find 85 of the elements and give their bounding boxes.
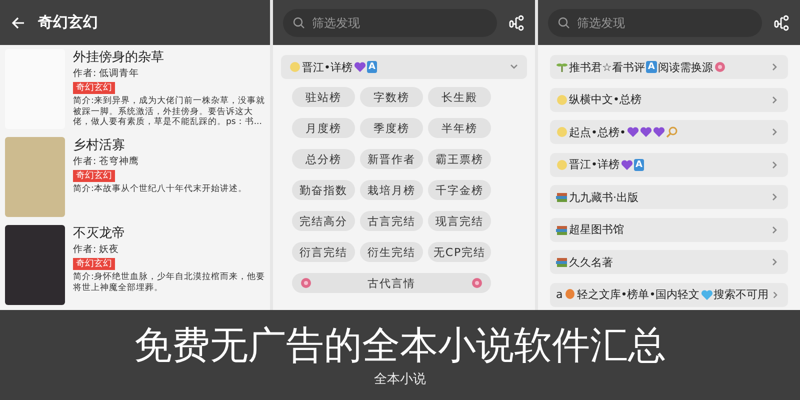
category-chip[interactable]: 总分榜 bbox=[292, 149, 355, 169]
search-icon bbox=[558, 16, 570, 28]
source-name: a bbox=[556, 288, 563, 301]
category-chip[interactable]: 无CP完结 bbox=[428, 242, 491, 262]
source-item[interactable]: 九九藏书·出版 bbox=[550, 185, 788, 209]
heart-icon bbox=[640, 126, 652, 138]
search-input[interactable]: 筛选发现 bbox=[575, 14, 699, 30]
source-item[interactable]: a 轻之文库•榜单•国内轻文 搜索不可用 bbox=[550, 282, 788, 306]
search-input[interactable]: 筛选发现 bbox=[310, 14, 434, 30]
book-author: 作者: 低调青年 bbox=[73, 68, 140, 80]
source-item[interactable]: 起点•总榜• bbox=[550, 120, 788, 144]
source-name: 久久名著 bbox=[569, 254, 613, 270]
source-name: 九九藏书·出版 bbox=[569, 190, 638, 204]
heart-icon bbox=[354, 61, 366, 73]
book-author: 作者: 妖夜 bbox=[73, 244, 120, 256]
caption-title: 免费无广告的全本小说软件汇总 bbox=[134, 322, 666, 368]
category-chip[interactable]: 长生殿 bbox=[428, 87, 491, 107]
category-chip[interactable]: 霸王票榜 bbox=[428, 149, 491, 169]
magnifier-icon bbox=[666, 126, 678, 138]
books-icon bbox=[556, 256, 568, 268]
category-chip[interactable]: 新晋作者 bbox=[360, 149, 423, 169]
page-title: 奇幻玄幻 bbox=[38, 13, 98, 32]
category-chip[interactable]: 驻站榜 bbox=[292, 87, 355, 107]
genre-tag: 奇幻玄幻 bbox=[73, 258, 115, 270]
heart-icon bbox=[652, 126, 665, 138]
genre-tag: 奇幻玄幻 bbox=[73, 170, 115, 182]
back-arrow-icon[interactable] bbox=[10, 14, 26, 30]
source-name: 纵横中文•总榜 bbox=[569, 92, 642, 107]
flower-icon bbox=[714, 61, 726, 73]
heart-icon bbox=[620, 158, 632, 170]
sprout-icon bbox=[556, 61, 568, 73]
category-chip[interactable]: 古言完结 bbox=[360, 211, 423, 231]
search-field[interactable]: 筛选发现 bbox=[283, 8, 497, 36]
category-chip[interactable]: 现言完结 bbox=[428, 211, 491, 231]
search-icon bbox=[293, 16, 305, 28]
caption-subtitle: 全本小说 bbox=[374, 371, 426, 388]
source-name: 起点•总榜• bbox=[569, 124, 626, 140]
search-field[interactable]: 筛选发现 bbox=[548, 8, 762, 36]
category-chip[interactable]: 季度榜 bbox=[360, 118, 423, 138]
source-item[interactable]: 纵横中文•总榜 bbox=[550, 88, 788, 112]
letter-badge: A bbox=[634, 158, 644, 170]
letter-badge: A bbox=[646, 61, 657, 73]
flower-icon bbox=[471, 277, 483, 289]
category-chip[interactable]: 衍生完结 bbox=[360, 242, 423, 262]
heart-icon bbox=[626, 126, 639, 138]
heart-icon bbox=[700, 288, 713, 300]
books-icon bbox=[556, 191, 568, 203]
group-header[interactable]: 晋江•详榜 A bbox=[281, 55, 527, 79]
category-chip[interactable]: 月度榜 bbox=[292, 118, 355, 138]
category-chip[interactable]: 勤奋指数 bbox=[292, 180, 355, 200]
source-name: 晋江•详榜 bbox=[569, 157, 620, 172]
letter-badge: A bbox=[366, 61, 378, 73]
balloon-icon bbox=[564, 288, 576, 300]
category-chip[interactable]: 千字金榜 bbox=[428, 180, 491, 200]
filter-icon[interactable] bbox=[774, 14, 790, 30]
filter-icon[interactable] bbox=[509, 14, 525, 30]
book-intro: 简介:来到异界，成为大佬门前一株杂草，没事就被踩一脚。系统激活，外挂傍身。要告诉这大佬，做人要有素质，草是不能乱踩的。ps：书... bbox=[73, 96, 265, 128]
books-icon bbox=[556, 224, 568, 236]
category-chip[interactable]: 衍言完结 bbox=[292, 242, 355, 262]
book-row[interactable]: 乡村活寡 作者: 苍穹神鹰 奇幻玄幻 简介:本故事从个世纪八十年代末开始讲述。 bbox=[0, 133, 270, 221]
source-item[interactable]: 超星图书馆 bbox=[550, 218, 788, 242]
category-chip[interactable]: 古代言情 bbox=[292, 273, 491, 293]
genre-tag: 奇幻玄幻 bbox=[73, 82, 115, 94]
source-name: 超星图书馆 bbox=[569, 222, 624, 237]
book-intro: 简介:身怀绝世血脉，少年自北漠拉棺而来，他要将世上神魔全部埋葬。 bbox=[73, 272, 265, 293]
source-name: 轻之文库•榜单•国内轻文 bbox=[576, 287, 700, 302]
source-name: 阅读需换源 bbox=[658, 60, 713, 74]
category-chip[interactable]: 字数榜 bbox=[360, 87, 423, 107]
source-item[interactable]: 推书君☆看书评 A 阅读需换源 bbox=[550, 55, 788, 79]
chevron-right-icon[interactable] bbox=[770, 290, 780, 300]
flower-icon bbox=[300, 277, 312, 289]
book-intro: 简介:本故事从个世纪八十年代末开始讲述。 bbox=[73, 184, 247, 194]
source-item[interactable]: 晋江•详榜 A bbox=[550, 152, 788, 176]
source-name: 搜索不可用 bbox=[714, 287, 769, 302]
book-title: 外挂傍身的杂草 bbox=[73, 49, 164, 66]
book-title: 不灭龙帝 bbox=[73, 225, 125, 242]
category-chip[interactable]: 栽培月榜 bbox=[360, 180, 423, 200]
source-item[interactable]: 久久名著 bbox=[550, 250, 788, 274]
book-title: 乡村活寡 bbox=[73, 137, 125, 154]
source-name: 晋江•详榜 bbox=[302, 60, 352, 74]
category-chip[interactable]: 完结高分 bbox=[292, 211, 355, 231]
book-author: 作者: 苍穹神鹰 bbox=[73, 156, 140, 168]
category-chip[interactable]: 半年榜 bbox=[428, 118, 491, 138]
source-name: 推书君☆看书评 bbox=[569, 60, 645, 74]
book-row[interactable]: 不灭龙帝 作者: 妖夜 奇幻玄幻 简介:身怀绝世血脉，少年自北漠拉棺而来，他要将世上神魔全部埋葬。 bbox=[0, 221, 270, 309]
